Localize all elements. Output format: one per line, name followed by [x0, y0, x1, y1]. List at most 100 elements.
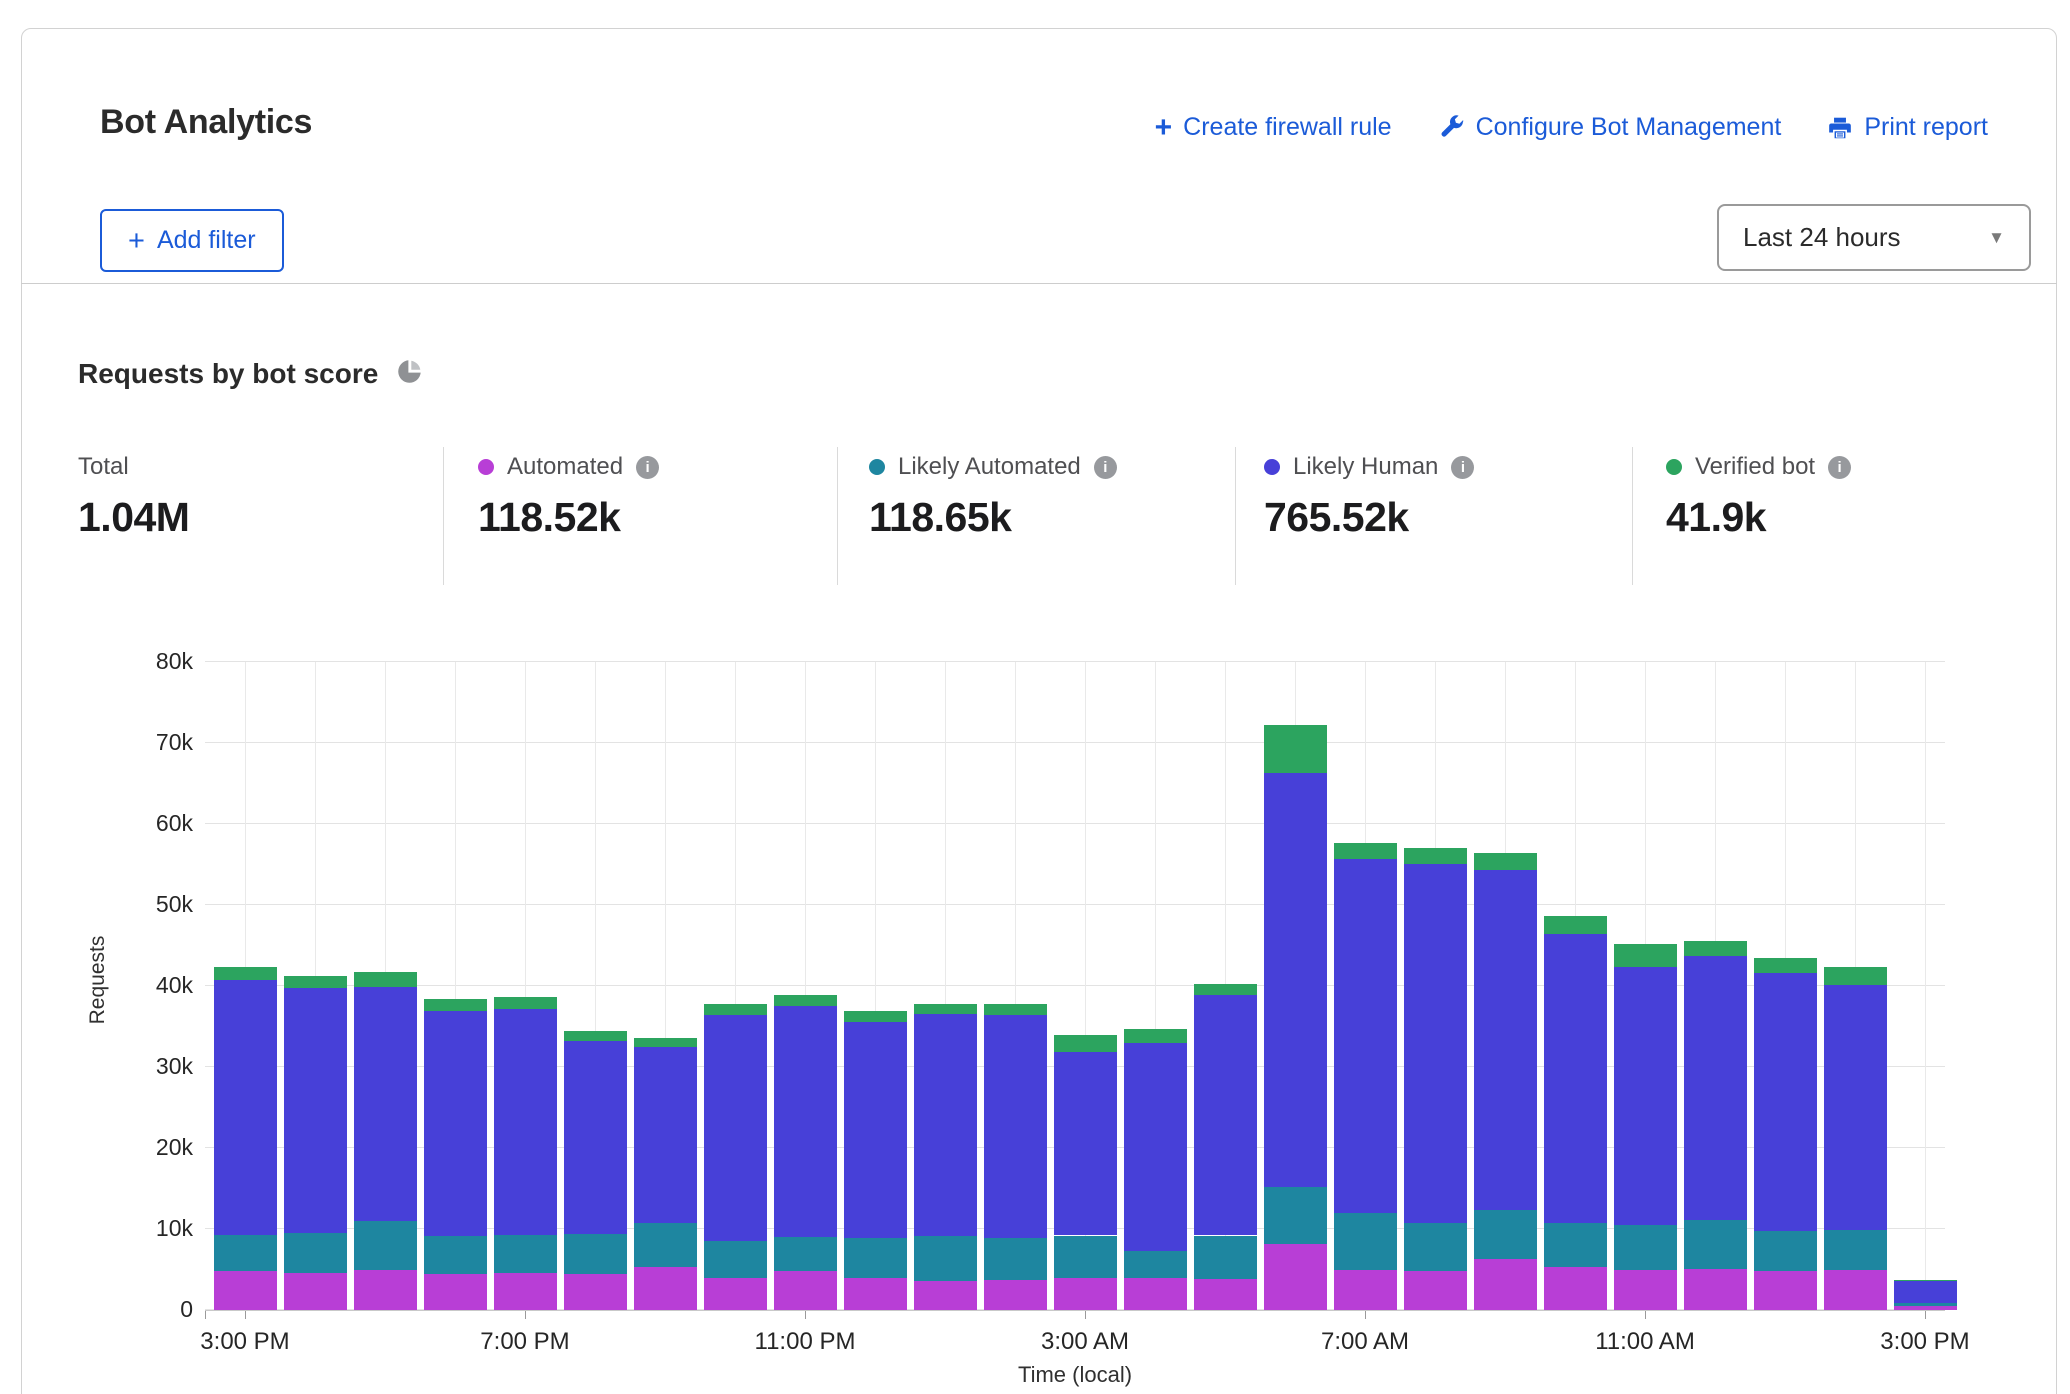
bar-segment-likely-automated[interactable]	[1404, 1223, 1467, 1272]
bar-segment-verified-bot[interactable]	[1894, 1280, 1957, 1281]
bar-segment-likely-human[interactable]	[774, 1006, 837, 1237]
bar-segment-likely-automated[interactable]	[1194, 1236, 1257, 1280]
bar-segment-likely-human[interactable]	[1684, 956, 1747, 1220]
bar-segment-verified-bot[interactable]	[1544, 916, 1607, 935]
bar-segment-likely-human[interactable]	[1194, 995, 1257, 1236]
bar-segment-likely-automated[interactable]	[914, 1236, 977, 1281]
bar-segment-likely-automated[interactable]	[284, 1233, 347, 1273]
bar-segment-automated[interactable]	[984, 1280, 1047, 1310]
info-icon[interactable]: i	[1451, 456, 1474, 479]
configure-bot-management-link[interactable]: Configure Bot Management	[1438, 113, 1782, 142]
bar-segment-likely-automated[interactable]	[774, 1237, 837, 1271]
bar-1100am[interactable]	[1614, 944, 1677, 1310]
bar-900am[interactable]	[1474, 853, 1537, 1310]
bar-segment-likely-automated[interactable]	[1544, 1223, 1607, 1268]
bar-segment-verified-bot[interactable]	[1404, 848, 1467, 864]
bar-700am[interactable]	[1334, 843, 1397, 1310]
bar-segment-likely-human[interactable]	[284, 988, 347, 1233]
bar-segment-automated[interactable]	[914, 1281, 977, 1310]
bar-segment-likely-automated[interactable]	[214, 1235, 277, 1271]
create-firewall-rule-link[interactable]: + Create firewall rule	[1155, 113, 1392, 142]
bar-segment-verified-bot[interactable]	[1054, 1035, 1117, 1051]
bar-segment-likely-human[interactable]	[844, 1022, 907, 1237]
info-icon[interactable]: i	[636, 456, 659, 479]
bar-segment-likely-automated[interactable]	[564, 1234, 627, 1275]
bar-segment-automated[interactable]	[1754, 1271, 1817, 1310]
bar-segment-automated[interactable]	[1614, 1270, 1677, 1311]
bar-segment-automated[interactable]	[1194, 1279, 1257, 1310]
bar-800pm[interactable]	[564, 1031, 627, 1310]
bar-900pm[interactable]	[634, 1038, 697, 1310]
bar-300pm[interactable]	[1894, 1280, 1957, 1310]
bar-segment-likely-human[interactable]	[1474, 870, 1537, 1210]
bar-segment-automated[interactable]	[1824, 1270, 1887, 1310]
bar-segment-verified-bot[interactable]	[424, 999, 487, 1011]
bar-segment-automated[interactable]	[1474, 1259, 1537, 1310]
bar-segment-likely-human[interactable]	[354, 987, 417, 1221]
bar-segment-likely-automated[interactable]	[1474, 1210, 1537, 1259]
bar-segment-automated[interactable]	[1334, 1270, 1397, 1311]
add-filter-button[interactable]: + Add filter	[100, 209, 284, 272]
bar-segment-verified-bot[interactable]	[634, 1038, 697, 1047]
bar-segment-likely-human[interactable]	[1754, 973, 1817, 1231]
bar-segment-likely-automated[interactable]	[1824, 1230, 1887, 1271]
bar-segment-verified-bot[interactable]	[354, 972, 417, 987]
bar-segment-verified-bot[interactable]	[1124, 1029, 1187, 1043]
bar-400am[interactable]	[1124, 1029, 1187, 1310]
bar-100pm[interactable]	[1754, 958, 1817, 1310]
info-icon[interactable]: i	[1828, 456, 1851, 479]
bar-segment-likely-automated[interactable]	[1054, 1236, 1117, 1279]
bar-segment-automated[interactable]	[1124, 1278, 1187, 1310]
bar-segment-verified-bot[interactable]	[494, 997, 557, 1009]
bar-segment-likely-automated[interactable]	[844, 1238, 907, 1279]
bar-800am[interactable]	[1404, 848, 1467, 1311]
bar-300am[interactable]	[1054, 1035, 1117, 1310]
bar-segment-automated[interactable]	[1054, 1278, 1117, 1310]
bar-segment-automated[interactable]	[844, 1278, 907, 1310]
bar-segment-verified-bot[interactable]	[1754, 958, 1817, 973]
bar-segment-automated[interactable]	[494, 1273, 557, 1310]
bar-segment-verified-bot[interactable]	[914, 1004, 977, 1015]
bar-segment-likely-human[interactable]	[1404, 864, 1467, 1223]
bar-segment-likely-human[interactable]	[1894, 1281, 1957, 1303]
bar-segment-verified-bot[interactable]	[1334, 843, 1397, 858]
bar-segment-verified-bot[interactable]	[1684, 941, 1747, 956]
bar-400pm[interactable]	[284, 976, 347, 1310]
bar-segment-likely-automated[interactable]	[494, 1235, 557, 1273]
bar-1200pm[interactable]	[1684, 941, 1747, 1310]
time-range-select[interactable]: Last 24 hours ▼	[1717, 204, 2031, 271]
bar-200pm[interactable]	[1824, 967, 1887, 1310]
bar-segment-automated[interactable]	[704, 1278, 767, 1310]
bar-segment-verified-bot[interactable]	[1824, 967, 1887, 986]
bar-segment-likely-human[interactable]	[984, 1015, 1047, 1238]
bar-segment-likely-automated[interactable]	[354, 1221, 417, 1270]
bar-segment-verified-bot[interactable]	[774, 995, 837, 1006]
bar-segment-likely-human[interactable]	[1264, 773, 1327, 1187]
bar-300pm[interactable]	[214, 967, 277, 1310]
bar-segment-verified-bot[interactable]	[1614, 944, 1677, 967]
bar-segment-verified-bot[interactable]	[1474, 853, 1537, 870]
bar-segment-automated[interactable]	[564, 1274, 627, 1310]
bar-segment-verified-bot[interactable]	[1264, 725, 1327, 773]
bar-segment-likely-automated[interactable]	[424, 1236, 487, 1274]
bar-segment-automated[interactable]	[284, 1273, 347, 1310]
bar-200am[interactable]	[984, 1004, 1047, 1310]
bar-1000pm[interactable]	[704, 1004, 767, 1310]
bar-segment-likely-automated[interactable]	[634, 1223, 697, 1267]
bar-segment-likely-human[interactable]	[1614, 967, 1677, 1225]
bar-segment-likely-automated[interactable]	[1684, 1220, 1747, 1269]
bar-segment-verified-bot[interactable]	[564, 1031, 627, 1041]
bar-segment-automated[interactable]	[424, 1274, 487, 1310]
bar-segment-likely-automated[interactable]	[1334, 1213, 1397, 1270]
bar-segment-likely-human[interactable]	[214, 980, 277, 1235]
bar-segment-likely-automated[interactable]	[1614, 1225, 1677, 1270]
bar-segment-likely-human[interactable]	[564, 1041, 627, 1234]
bar-segment-verified-bot[interactable]	[214, 967, 277, 979]
bar-1000am[interactable]	[1544, 916, 1607, 1310]
bar-segment-likely-human[interactable]	[424, 1011, 487, 1236]
bar-segment-automated[interactable]	[1264, 1244, 1327, 1310]
bar-segment-likely-human[interactable]	[494, 1009, 557, 1235]
bar-segment-automated[interactable]	[354, 1270, 417, 1311]
bar-600am[interactable]	[1264, 725, 1327, 1310]
bar-600pm[interactable]	[424, 999, 487, 1310]
